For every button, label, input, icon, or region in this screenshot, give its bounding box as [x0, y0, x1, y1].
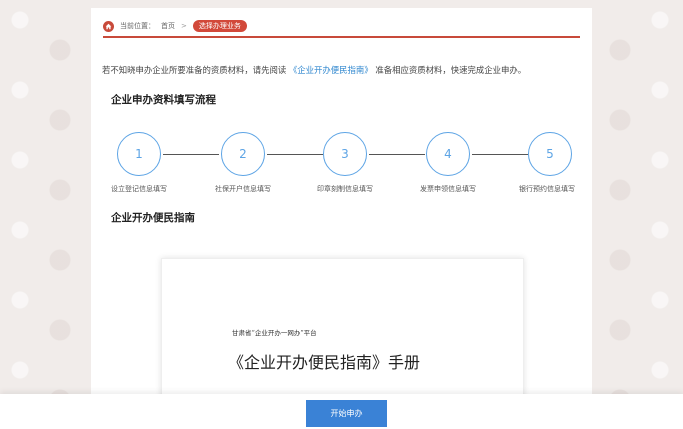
- step-3-circle: 3: [323, 132, 367, 176]
- step-5-circle: 5: [528, 132, 572, 176]
- content-panel: 当前位置： 首页 > 选择办理业务 若不知晓申办企业所要准备的资质材料，请先阅读…: [91, 8, 592, 429]
- notice-text-after: 准备相应资质材料，快速完成企业申办。: [375, 65, 527, 75]
- step-1-circle: 1: [117, 132, 161, 176]
- notice-text-before: 若不知晓申办企业所要准备的资质材料，请先阅读: [102, 65, 287, 75]
- document-subtitle: 甘肃省“企业开办一网办”平台: [232, 329, 317, 337]
- start-application-button[interactable]: 开始申办: [306, 400, 387, 427]
- document-title: 《企业开办便民指南》手册: [228, 353, 421, 372]
- guide-title: 企业开办便民指南: [111, 212, 195, 224]
- step-connector: [472, 154, 528, 155]
- step-connector: [163, 154, 219, 155]
- step-4-circle: 4: [426, 132, 470, 176]
- breadcrumb-separator: >: [181, 22, 187, 30]
- breadcrumb-prefix: 当前位置：: [120, 22, 155, 30]
- process-steps: 1 2 3 4 5 设立登记信息填写 社保开户信息填写 印章刻制信息填写 发票申…: [91, 132, 592, 193]
- breadcrumb: 当前位置： 首页 > 选择办理业务: [103, 16, 580, 38]
- step-2-label: 社保开户信息填写: [215, 185, 271, 193]
- step-4-label: 发票申领信息填写: [420, 185, 476, 193]
- guide-link[interactable]: 《企业开办便民指南》: [289, 65, 373, 75]
- step-1-label: 设立登记信息填写: [111, 185, 167, 193]
- step-3-label: 印章刻制信息填写: [317, 185, 373, 193]
- guide-notice: 若不知晓申办企业所要准备的资质材料，请先阅读 《企业开办便民指南》 准备相应资质…: [102, 64, 526, 76]
- bottom-action-bar: 开始申办: [0, 394, 683, 429]
- step-connector: [267, 154, 323, 155]
- step-2-circle: 2: [221, 132, 265, 176]
- home-icon[interactable]: [103, 20, 114, 32]
- step-connector: [369, 154, 425, 155]
- step-5-label: 银行预约信息填写: [519, 185, 575, 193]
- breadcrumb-home-link[interactable]: 首页: [161, 21, 175, 31]
- breadcrumb-current: 选择办理业务: [192, 20, 247, 32]
- process-title: 企业申办资料填写流程: [111, 94, 216, 106]
